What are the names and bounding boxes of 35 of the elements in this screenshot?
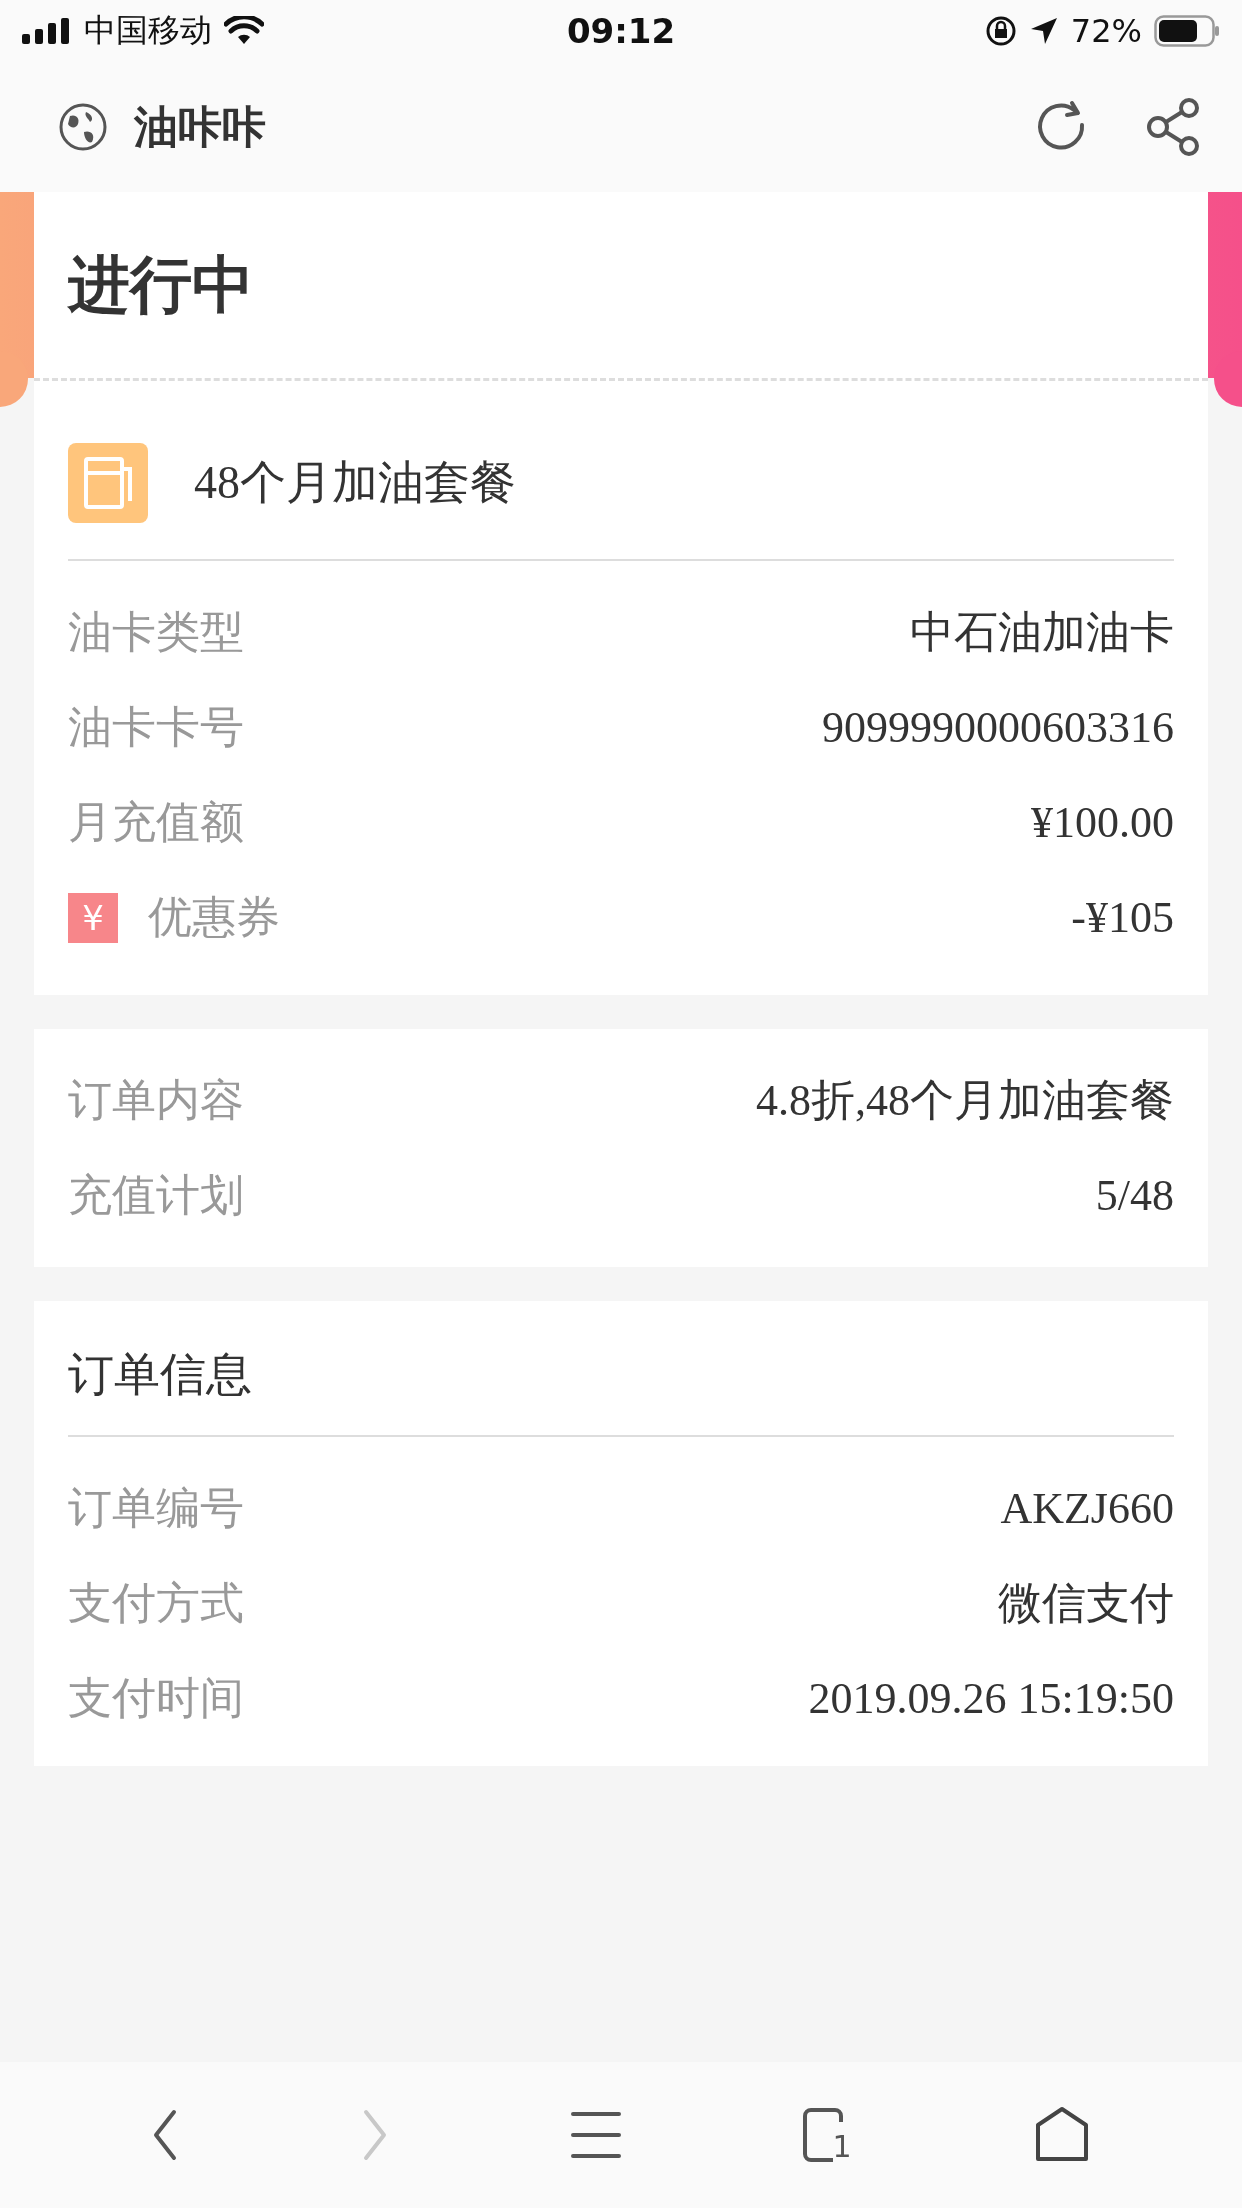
battery-percent: 72% bbox=[1070, 12, 1142, 50]
field-label: 油卡类型 bbox=[68, 605, 244, 659]
field-label: 充值计划 bbox=[68, 1168, 244, 1222]
wifi-icon bbox=[224, 16, 264, 46]
field-value: ¥100.00 bbox=[1031, 797, 1174, 848]
field-value: -¥105 bbox=[1071, 892, 1174, 943]
field-value: 5/48 bbox=[1095, 1170, 1174, 1221]
field-label: 订单内容 bbox=[68, 1073, 244, 1127]
rotation-lock-icon bbox=[984, 15, 1017, 47]
field-value: 2019.09.26 15:19:50 bbox=[808, 1673, 1174, 1724]
field-value: 微信支付 bbox=[998, 1578, 1174, 1630]
order-status: 进行中 bbox=[68, 247, 254, 323]
field-label: 订单编号 bbox=[68, 1481, 244, 1535]
field-label: 支付时间 bbox=[68, 1671, 244, 1725]
carrier-name: 中国移动 bbox=[84, 10, 212, 51]
field-label: 优惠券 bbox=[148, 890, 280, 944]
battery-icon bbox=[1154, 15, 1220, 47]
signal-icon bbox=[22, 18, 72, 44]
coupon-icon: ¥ bbox=[68, 892, 118, 943]
field-value: 9099990000603316 bbox=[822, 702, 1174, 753]
fuel-pump-icon bbox=[68, 443, 148, 523]
tabs-button[interactable]: 1 bbox=[802, 2108, 852, 2162]
field-label: 月充值额 bbox=[68, 795, 244, 849]
status-time: 09:12 bbox=[566, 11, 676, 51]
share-icon[interactable] bbox=[1146, 97, 1202, 157]
field-value: 中石油加油卡 bbox=[910, 607, 1174, 659]
section-title: 订单信息 bbox=[68, 1346, 252, 1403]
field-label: 油卡卡号 bbox=[68, 700, 244, 754]
menu-icon[interactable] bbox=[570, 2110, 623, 2160]
page-title: 油咔咔 bbox=[134, 99, 266, 154]
field-value: AKZJ660 bbox=[1000, 1483, 1174, 1534]
field-value: 4.8折,48个月加油套餐 bbox=[756, 1075, 1174, 1127]
field-label: 支付方式 bbox=[68, 1576, 244, 1630]
globe-icon bbox=[58, 102, 108, 152]
package-name: 48个月加油套餐 bbox=[194, 456, 516, 510]
